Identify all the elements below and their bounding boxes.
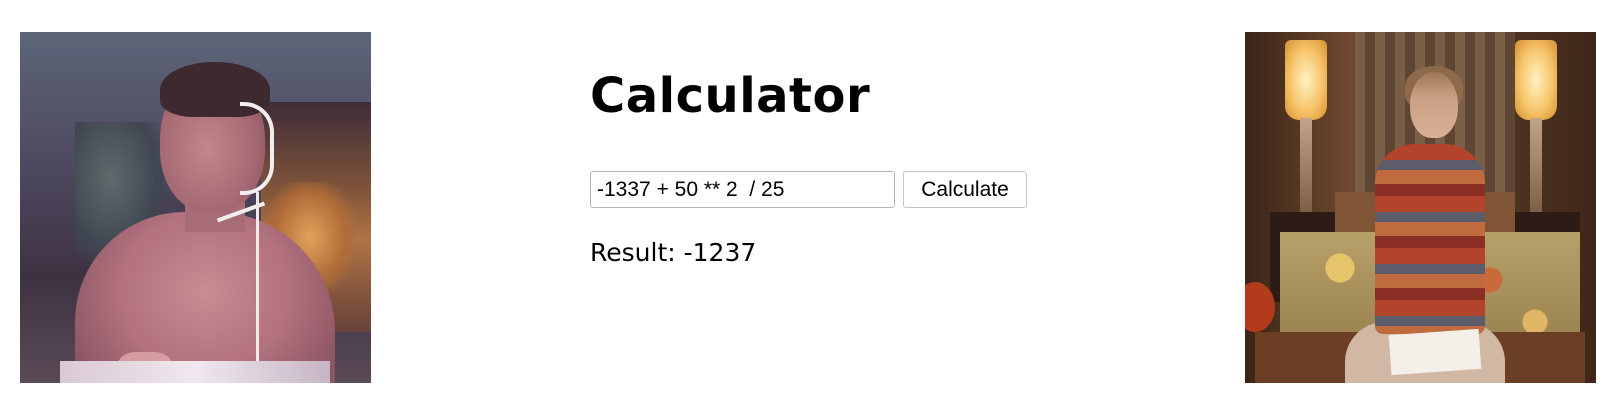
result-value: -1237	[683, 238, 757, 267]
result-display: Result: -1237	[590, 236, 1070, 270]
calculator-form: Calculate	[590, 171, 1070, 208]
calculator-panel: Calculator Calculate Result: -1237	[590, 50, 1070, 270]
expression-input[interactable]	[590, 171, 895, 208]
calculate-button[interactable]: Calculate	[903, 171, 1027, 208]
page: Calculator Calculate Result: -1237	[0, 0, 1614, 405]
page-title: Calculator	[590, 68, 871, 124]
result-label: Result:	[590, 238, 676, 267]
left-gif-image	[20, 32, 371, 383]
right-gif-image	[1245, 32, 1596, 383]
